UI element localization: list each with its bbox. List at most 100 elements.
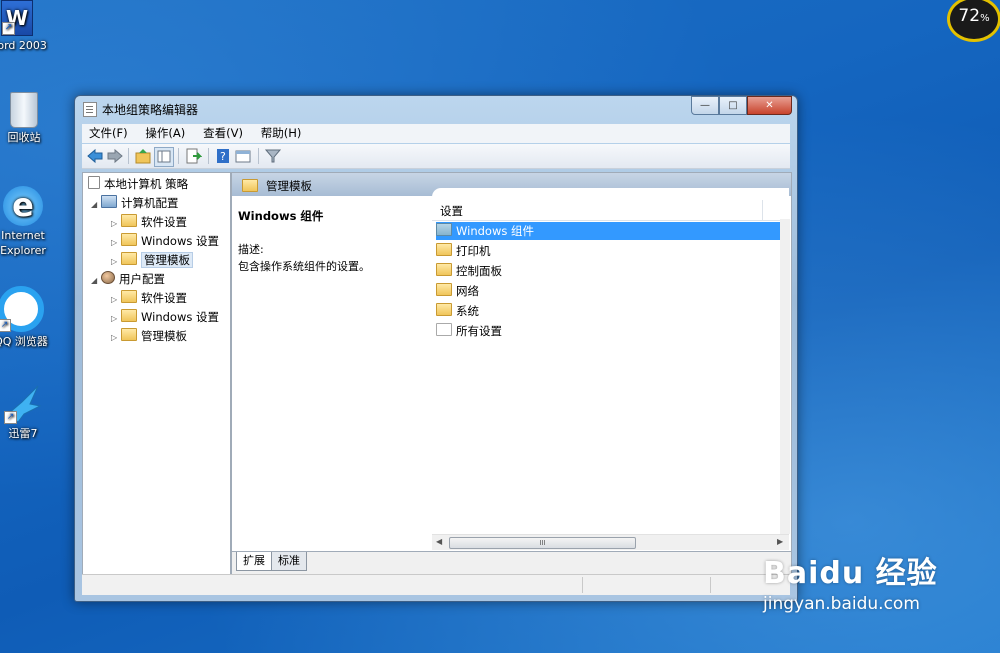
menu-action[interactable]: 操作(A): [138, 124, 192, 143]
column-header-setting[interactable]: 设置: [432, 200, 789, 221]
tree-node-user-admin-templates[interactable]: ▷ 管理模板: [111, 327, 187, 345]
tree-node-label: 本地计算机 策略: [104, 177, 189, 191]
menu-file[interactable]: 文件(F): [82, 124, 135, 143]
tree-node-label: 计算机配置: [121, 196, 179, 210]
collapsed-arrow-icon[interactable]: ▷: [111, 234, 121, 252]
list-item-control-panel[interactable]: 控制面板: [436, 262, 787, 280]
toolbar-separator: [128, 148, 129, 164]
performance-gauge[interactable]: 72%: [947, 0, 1000, 42]
tree-node-label: 软件设置: [141, 215, 187, 229]
desktop-icon-ie[interactable]: e Internet Explorer: [0, 186, 58, 258]
horizontal-scrollbar[interactable]: ◀ III ▶: [432, 534, 789, 550]
collapsed-arrow-icon[interactable]: ▷: [111, 215, 121, 233]
menu-view[interactable]: 查看(V): [196, 124, 250, 143]
desktop-icon-xunlei[interactable]: ↗ 迅雷7: [0, 384, 58, 441]
tree-node-admin-templates[interactable]: ▷ 管理模板: [111, 251, 193, 269]
policy-doc-icon: [88, 176, 100, 189]
tree-node-label: Windows 设置: [141, 310, 219, 324]
tab-standard[interactable]: 标准: [271, 552, 307, 571]
toolbar-separator: [258, 148, 259, 164]
folder-icon: [436, 263, 452, 276]
tree-node-windows-settings[interactable]: ▷ Windows 设置: [111, 232, 219, 250]
tree-node-user-windows-settings[interactable]: ▷ Windows 设置: [111, 308, 219, 326]
tree-node-user-config[interactable]: ◢ 用户配置: [91, 270, 165, 288]
folder-icon: [121, 328, 137, 341]
filter-icon[interactable]: [264, 147, 282, 165]
description-label: 描述:: [238, 243, 264, 256]
folder-icon: [121, 214, 137, 227]
computer-icon: [101, 195, 117, 208]
show-tree-icon[interactable]: [154, 147, 174, 167]
folder-icon: [121, 309, 137, 322]
desktop-icon-recycle-bin[interactable]: 回收站: [0, 92, 59, 145]
settings-list: 设置 Windows 组件 打印机 控制面板 网络 系统 所有设置: [432, 188, 789, 534]
tree-node-label: 用户配置: [119, 272, 165, 286]
status-divider: [582, 577, 583, 593]
collapsed-arrow-icon[interactable]: ▷: [111, 253, 121, 271]
gauge-value: 72: [958, 6, 981, 26]
minimize-button[interactable]: —: [691, 96, 719, 115]
list-item-printers[interactable]: 打印机: [436, 242, 787, 260]
list-item-windows-components[interactable]: Windows 组件: [436, 222, 787, 240]
tree-root[interactable]: 本地计算机 策略: [88, 175, 188, 193]
description-text: 包含操作系统组件的设置。: [238, 260, 370, 273]
folder-icon: [436, 303, 452, 316]
all-settings-icon: [436, 323, 452, 336]
close-button[interactable]: ✕: [747, 96, 792, 115]
up-folder-icon[interactable]: [134, 147, 152, 165]
status-divider: [710, 577, 711, 593]
toolbar-separator: [208, 148, 209, 164]
tree-node-computer-config[interactable]: ◢ 计算机配置: [91, 194, 179, 212]
folder-icon: [436, 243, 452, 256]
baidu-jingyan-watermark: Baidu 经验 jingyan.baidu.com: [763, 548, 938, 614]
help-icon[interactable]: ?: [214, 147, 232, 165]
xunlei-icon: ↗: [4, 384, 42, 424]
folder-icon: [121, 233, 137, 246]
list-item-label: 所有设置: [456, 324, 502, 338]
folder-icon: [121, 290, 137, 303]
desktop-icon-label: 迅雷7: [8, 427, 38, 440]
watermark-logo-text: Baidu 经验: [763, 556, 938, 591]
expanded-arrow-icon[interactable]: ◢: [91, 272, 101, 290]
folder-icon: [242, 179, 258, 192]
qq-browser-icon: ↗: [0, 286, 44, 332]
list-item-system[interactable]: 系统: [436, 302, 787, 320]
list-item-all-settings[interactable]: 所有设置: [436, 322, 787, 340]
collapsed-arrow-icon[interactable]: ▷: [111, 291, 121, 309]
collapsed-arrow-icon[interactable]: ▷: [111, 310, 121, 328]
list-item-label: 打印机: [456, 244, 491, 258]
details-pane: 管理模板 Windows 组件 描述: 包含操作系统组件的设置。 设置 Wind…: [231, 172, 792, 575]
toolbar-separator: [178, 148, 179, 164]
collapsed-arrow-icon[interactable]: ▷: [111, 329, 121, 347]
user-icon: [101, 271, 115, 284]
export-list-icon[interactable]: [184, 147, 203, 165]
list-item-network[interactable]: 网络: [436, 282, 787, 300]
scroll-right-icon[interactable]: ▶: [777, 537, 783, 546]
column-divider[interactable]: [762, 200, 763, 220]
scroll-left-icon[interactable]: ◀: [436, 537, 442, 546]
desktop-icon-label: 回收站: [7, 131, 41, 144]
vertical-scrollbar[interactable]: [780, 219, 790, 534]
column-header-label: 设置: [440, 204, 463, 218]
folder-icon: [436, 283, 452, 296]
desktop-icon-qq-browser[interactable]: ↗ QQ 浏览器: [0, 286, 56, 349]
tree-node-software-settings[interactable]: ▷ 软件设置: [111, 213, 187, 231]
back-arrow-icon[interactable]: [86, 147, 104, 165]
properties-icon[interactable]: [234, 147, 252, 165]
maximize-button[interactable]: □: [719, 96, 747, 115]
toolbar: ?: [82, 144, 790, 169]
expanded-arrow-icon[interactable]: ◢: [91, 196, 101, 214]
desktop-icon-label: Word 2003: [0, 39, 47, 52]
scroll-thumb[interactable]: III: [449, 537, 636, 549]
app-icon: [83, 102, 97, 117]
menu-bar: 文件(F) 操作(A) 查看(V) 帮助(H): [82, 124, 790, 143]
forward-arrow-icon[interactable]: [106, 147, 124, 165]
menu-help[interactable]: 帮助(H): [254, 124, 309, 143]
tree-node-user-software-settings[interactable]: ▷ 软件设置: [111, 289, 187, 307]
desktop-icon-label: QQ 浏览器: [0, 335, 48, 348]
list-item-label: 网络: [456, 284, 479, 298]
desktop-icon-word[interactable]: W↗ Word 2003: [0, 0, 52, 53]
title-bar[interactable]: 本地组策略编辑器 — □ ✕: [75, 96, 797, 120]
group-policy-editor-window: 本地组策略编辑器 — □ ✕ 文件(F) 操作(A) 查看(V) 帮助(H) ?…: [74, 95, 798, 602]
tab-extended[interactable]: 扩展: [236, 552, 272, 571]
